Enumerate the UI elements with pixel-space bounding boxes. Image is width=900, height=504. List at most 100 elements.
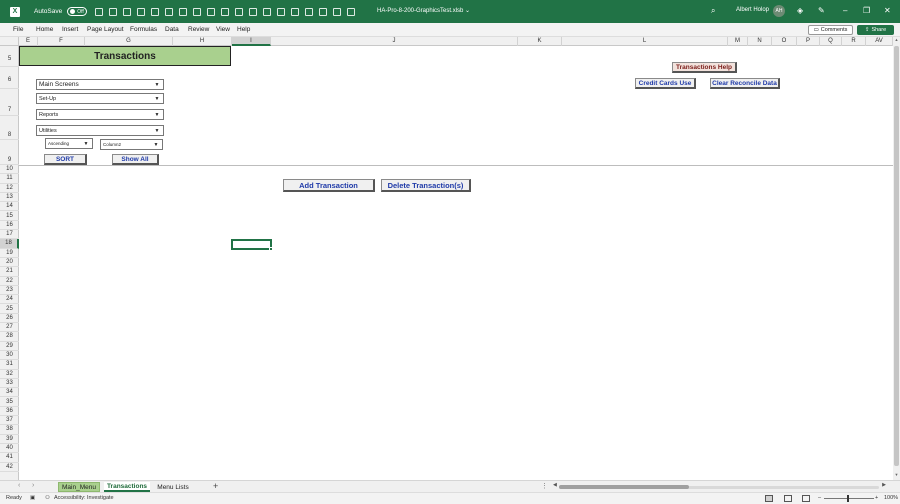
new-file-icon[interactable]	[305, 7, 314, 16]
close-icon[interactable]: ✕	[884, 6, 891, 15]
row-header[interactable]: 32	[0, 370, 19, 379]
row-header[interactable]: 40	[0, 444, 19, 454]
column-header[interactable]: K	[518, 37, 562, 46]
select-all-corner[interactable]	[0, 37, 19, 46]
column-header[interactable]: AV	[866, 37, 893, 46]
row-header[interactable]: 29	[0, 342, 19, 351]
row-header[interactable]: 15	[0, 212, 19, 221]
tab-review[interactable]: Review	[188, 26, 209, 33]
sheet-tab-menu-lists[interactable]: Menu Lists	[154, 482, 192, 492]
redo-icon[interactable]	[123, 7, 132, 16]
minimize-icon[interactable]: –	[843, 6, 847, 15]
row-header[interactable]: 11	[0, 174, 19, 184]
tab-page-layout[interactable]: Page Layout	[87, 26, 124, 33]
fill-handle[interactable]	[269, 247, 273, 251]
pen-icon[interactable]: ✎	[818, 6, 825, 15]
restore-icon[interactable]: ❐	[863, 6, 870, 15]
tab-data[interactable]: Data	[165, 26, 179, 33]
sort-column-dropdown[interactable]: Column2 ▼	[100, 139, 163, 150]
row-header[interactable]: 10	[0, 165, 19, 175]
column-header[interactable]: R	[842, 37, 866, 46]
sort-descending-icon[interactable]	[193, 7, 202, 16]
column-header-selected[interactable]: I	[232, 37, 271, 46]
filter-icon[interactable]	[207, 7, 216, 16]
row-header[interactable]: 12	[0, 184, 19, 193]
zoom-slider[interactable]	[824, 498, 874, 499]
zoom-slider-thumb[interactable]	[847, 495, 849, 502]
more-options-icon[interactable]: ⋮	[541, 482, 548, 490]
add-transaction-button[interactable]: Add Transaction	[283, 179, 375, 192]
diamond-icon[interactable]: ◈	[797, 6, 803, 15]
credit-cards-use-button[interactable]: Credit Cards Use	[635, 78, 696, 89]
row-header[interactable]: 23	[0, 286, 19, 296]
scroll-right-icon[interactable]: ▶	[882, 482, 886, 488]
autosave-toggle[interactable]: Off	[67, 7, 88, 16]
form-icon[interactable]	[333, 7, 342, 16]
horizontal-scrollbar[interactable]: ◀ ▶	[553, 482, 886, 490]
row-header[interactable]: 34	[0, 388, 19, 398]
share-button[interactable]: ⇪ Share	[857, 25, 894, 35]
paste-icon[interactable]	[165, 7, 174, 16]
row-header[interactable]: 13	[0, 193, 19, 203]
row-header[interactable]: 35	[0, 398, 19, 407]
vertical-scroll-thumb[interactable]	[894, 46, 899, 466]
row-header[interactable]: 36	[0, 407, 19, 417]
active-cell[interactable]	[231, 239, 273, 251]
worksheet-grid[interactable]: Transactions Main Screens ▼ Set-Up ▼ Rep…	[19, 46, 893, 480]
row-header[interactable]: 31	[0, 360, 19, 370]
avatar[interactable]: AH	[773, 5, 785, 17]
vertical-scrollbar[interactable]: ▲ ▼	[893, 37, 900, 480]
undo-icon[interactable]	[109, 7, 118, 16]
tab-formulas[interactable]: Formulas	[130, 26, 157, 33]
column-header[interactable]: O	[772, 37, 797, 46]
row-header[interactable]: 26	[0, 314, 19, 324]
sort-ascending-icon[interactable]	[179, 7, 188, 16]
sheet-tab-main-menu[interactable]: Main_Menu	[58, 482, 100, 492]
row-header[interactable]: 25	[0, 305, 19, 314]
row-header[interactable]: 41	[0, 453, 19, 463]
zoom-out-button[interactable]: –	[818, 495, 821, 501]
column-header[interactable]: M	[728, 37, 748, 46]
column-header[interactable]: J	[271, 37, 518, 46]
zoom-in-button[interactable]: +	[875, 495, 878, 501]
row-header[interactable]: 20	[0, 258, 19, 268]
page-layout-view-icon[interactable]	[784, 495, 792, 502]
row-header[interactable]: 28	[0, 332, 19, 342]
tab-home[interactable]: Home	[36, 26, 53, 33]
file-name[interactable]: HA-Pro-8-200-GraphicsTest.xlsb ⌄	[377, 7, 470, 14]
zoom-level[interactable]: 100%	[884, 495, 898, 501]
comments-button[interactable]: ▭ Comments	[808, 25, 853, 35]
row-header[interactable]: 6	[0, 67, 19, 89]
shapes-icon[interactable]	[263, 7, 272, 16]
reports-dropdown[interactable]: Reports ▼	[36, 109, 164, 120]
main-screens-dropdown[interactable]: Main Screens ▼	[36, 79, 164, 90]
normal-view-icon[interactable]	[765, 495, 773, 502]
utilities-dropdown[interactable]: Utilities ▼	[36, 125, 164, 136]
accessibility-status[interactable]: Accessibility: Investigate	[54, 495, 114, 501]
row-header[interactable]: 8	[0, 116, 19, 140]
page-break-view-icon[interactable]	[802, 495, 810, 502]
row-header-selected[interactable]: 18	[0, 239, 19, 249]
column-header[interactable]: P	[797, 37, 820, 46]
tab-view[interactable]: View	[216, 26, 230, 33]
row-header[interactable]: 21	[0, 267, 19, 277]
row-header[interactable]: 33	[0, 379, 19, 389]
show-all-button[interactable]: Show All	[112, 154, 159, 165]
save-icon[interactable]	[95, 7, 104, 16]
transactions-help-button[interactable]: Transactions Help	[672, 62, 737, 73]
row-header[interactable]: 7	[0, 89, 19, 116]
horizontal-scroll-thumb[interactable]	[559, 485, 689, 489]
scroll-up-icon[interactable]: ▲	[893, 37, 900, 45]
row-header[interactable]: 42	[0, 463, 19, 472]
column-header[interactable]: N	[748, 37, 772, 46]
tab-insert[interactable]: Insert	[62, 26, 78, 33]
chart-icon[interactable]	[249, 7, 258, 16]
add-sheet-icon[interactable]: +	[213, 481, 218, 491]
sort-button[interactable]: SORT	[44, 154, 87, 165]
column-header[interactable]: L	[562, 37, 728, 46]
macro-icon[interactable]: ▣	[30, 495, 35, 501]
print-icon[interactable]	[319, 7, 328, 16]
row-header[interactable]: 9	[0, 140, 19, 165]
scroll-left-icon[interactable]: ◀	[553, 482, 557, 488]
tab-next-icon[interactable]: ›	[32, 482, 34, 489]
